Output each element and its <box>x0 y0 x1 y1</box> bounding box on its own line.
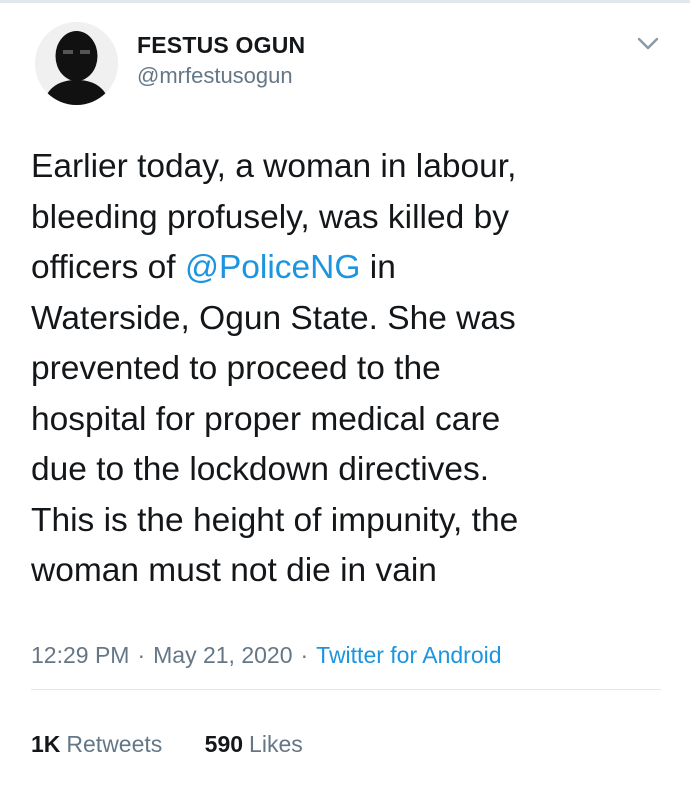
avatar[interactable] <box>35 22 118 105</box>
author-handle[interactable]: @mrfestusogun <box>137 62 305 90</box>
tweet-line: prevented to proceed to the <box>31 350 441 387</box>
tweet-line: bleeding profusely, was killed by <box>31 198 509 236</box>
tweet-text: Earlier today, a woman in labour, bleedi… <box>31 142 671 597</box>
tweet-line: woman must not die in vain <box>31 552 437 589</box>
mention-link[interactable]: @PoliceNG <box>185 249 361 286</box>
tweet-line: Earlier today, a woman in labour, <box>31 148 517 185</box>
author-block: FESTUS OGUN @mrfestusogun <box>137 30 305 90</box>
tweet-date[interactable]: May 21, 2020 <box>153 642 292 668</box>
meta-separator: · <box>137 642 146 668</box>
tweet-source-link[interactable]: Twitter for Android <box>316 642 501 668</box>
chevron-down-icon[interactable] <box>634 34 662 54</box>
meta-separator: · <box>300 642 309 668</box>
tweet-stats: 1K Retweets 590 Likes <box>31 729 339 759</box>
likes-count: 590 <box>204 731 244 757</box>
top-divider <box>0 0 690 3</box>
author-display-name[interactable]: FESTUS OGUN <box>137 30 305 60</box>
stats-divider <box>31 689 661 690</box>
tweet-line: Waterside, Ogun State. She was <box>31 299 516 337</box>
tweet-line: hospital for proper medical care <box>31 400 501 438</box>
likes-label: Likes <box>249 731 303 757</box>
avatar-image <box>35 22 118 105</box>
tweet-meta: 12:29 PM · May 21, 2020 · Twitter for Androi… <box>31 640 502 670</box>
tweet-line-text: officers of <box>31 249 185 286</box>
tweet-time[interactable]: 12:29 PM <box>31 642 129 668</box>
tweet-line: due to the lockdown directives. <box>31 451 490 488</box>
retweets-stat[interactable]: 1K Retweets <box>31 729 162 759</box>
tweet-line: officers of @PoliceNG in <box>31 243 671 294</box>
tweet-line-text: in <box>360 249 396 286</box>
tweet-line: This is the height of impunity, the <box>31 501 519 539</box>
likes-stat[interactable]: 590 Likes <box>205 729 303 759</box>
retweets-label: Retweets <box>66 731 163 757</box>
retweets-count: 1K <box>31 731 61 757</box>
